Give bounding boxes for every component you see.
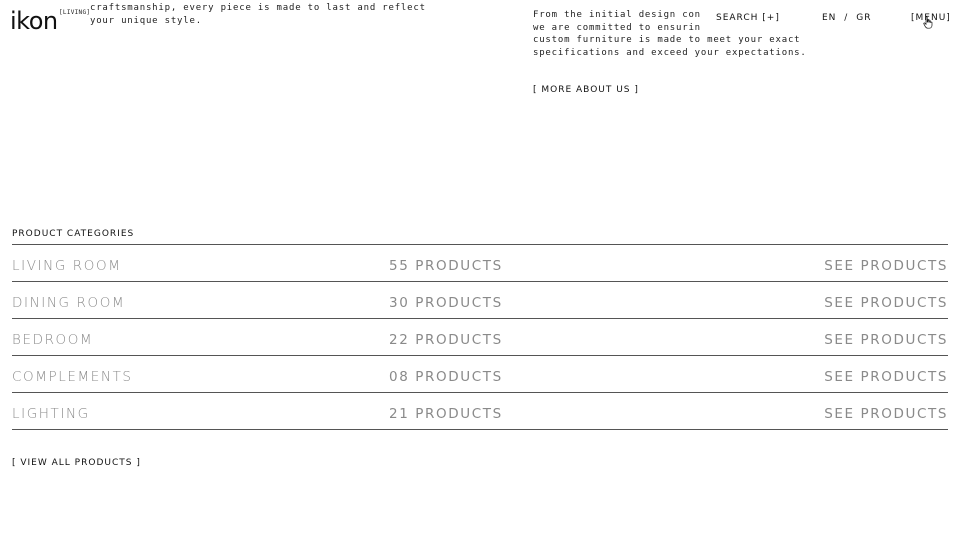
lang-en-link[interactable]: EN bbox=[822, 13, 836, 23]
category-name: BEDROOM bbox=[12, 332, 94, 348]
category-row-lighting[interactable]: LIGHTING 21 PRODUCTS SEE PRODUCTS bbox=[12, 393, 948, 430]
see-products-link[interactable]: SEE PRODUCTS bbox=[824, 332, 948, 348]
category-row-dining-room[interactable]: DINING ROOM 30 PRODUCTS SEE PRODUCTS bbox=[12, 282, 948, 319]
intro-line: we are committed to ensurin bbox=[533, 22, 701, 33]
category-row-complements[interactable]: COMPLEMENTS 08 PRODUCTS SEE PRODUCTS bbox=[12, 356, 948, 393]
intro-text-left: craftsmanship, every piece is made to la… bbox=[90, 3, 426, 26]
category-list: LIVING ROOM 55 PRODUCTS SEE PRODUCTS DIN… bbox=[12, 244, 948, 430]
category-name: LIGHTING bbox=[12, 406, 90, 422]
language-switcher: EN / GR bbox=[822, 13, 871, 23]
view-all-products-link[interactable]: [ VIEW ALL PRODUCTS ] bbox=[12, 458, 141, 468]
intro-line: custom furniture is made to meet your ex… bbox=[533, 35, 801, 45]
brand-logo[interactable]: ikon bbox=[10, 7, 58, 35]
brand-subtitle: [LIVING] bbox=[59, 9, 91, 16]
category-name: LIVING ROOM bbox=[12, 258, 122, 274]
product-categories-heading: PRODUCT CATEGORIES bbox=[12, 229, 135, 239]
see-products-link[interactable]: SEE PRODUCTS bbox=[824, 295, 948, 311]
see-products-link[interactable]: SEE PRODUCTS bbox=[824, 406, 948, 422]
pointer-hand-icon bbox=[923, 16, 933, 29]
category-count: 08 PRODUCTS bbox=[389, 369, 503, 385]
search-button[interactable]: SEARCH [+] bbox=[714, 13, 780, 23]
category-count: 21 PRODUCTS bbox=[389, 406, 503, 422]
lang-gr-link[interactable]: GR bbox=[856, 13, 871, 23]
category-row-living-room[interactable]: LIVING ROOM 55 PRODUCTS SEE PRODUCTS bbox=[12, 245, 948, 282]
category-name: COMPLEMENTS bbox=[12, 369, 133, 385]
more-about-us-link[interactable]: [ MORE ABOUT US ] bbox=[533, 85, 639, 95]
lang-separator: / bbox=[844, 13, 849, 23]
see-products-link[interactable]: SEE PRODUCTS bbox=[824, 369, 948, 385]
category-count: 22 PRODUCTS bbox=[389, 332, 503, 348]
see-products-link[interactable]: SEE PRODUCTS bbox=[824, 258, 948, 274]
intro-line: specifications and exceed your expectati… bbox=[533, 47, 807, 58]
category-name: DINING ROOM bbox=[12, 295, 126, 311]
category-count: 55 PRODUCTS bbox=[389, 258, 503, 274]
category-count: 30 PRODUCTS bbox=[389, 295, 503, 311]
category-row-bedroom[interactable]: BEDROOM 22 PRODUCTS SEE PRODUCTS bbox=[12, 319, 948, 356]
